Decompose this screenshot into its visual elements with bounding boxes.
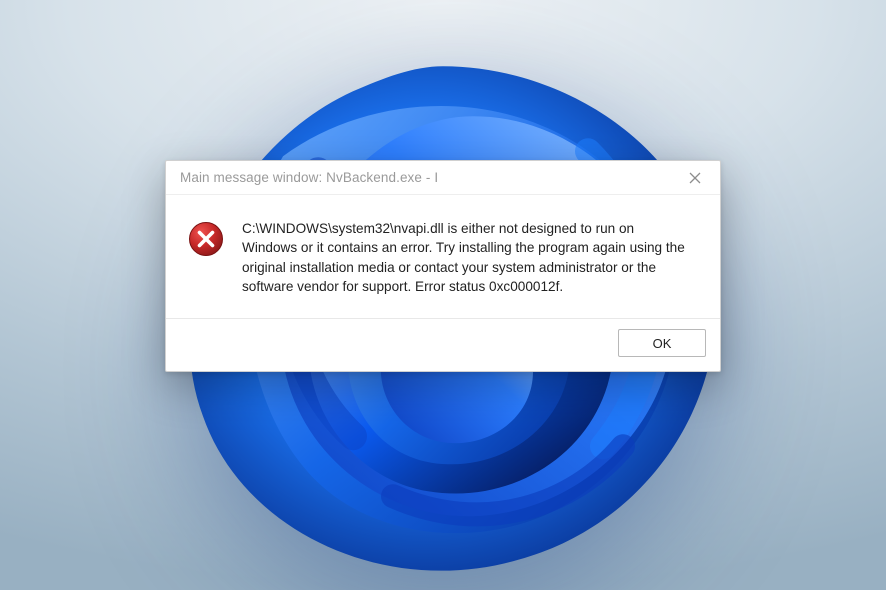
close-icon [689,172,701,184]
ok-button[interactable]: OK [618,329,706,357]
dialog-titlebar: Main message window: NvBackend.exe - I [166,161,720,195]
dialog-content: C:\WINDOWS\system32\nvapi.dll is either … [166,195,720,318]
dialog-footer: OK [166,318,720,371]
error-icon [188,221,224,257]
close-button[interactable] [672,161,718,194]
error-dialog: Main message window: NvBackend.exe - I [165,160,721,372]
error-message: C:\WINDOWS\system32\nvapi.dll is either … [242,219,698,296]
dialog-title: Main message window: NvBackend.exe - I [180,170,438,185]
